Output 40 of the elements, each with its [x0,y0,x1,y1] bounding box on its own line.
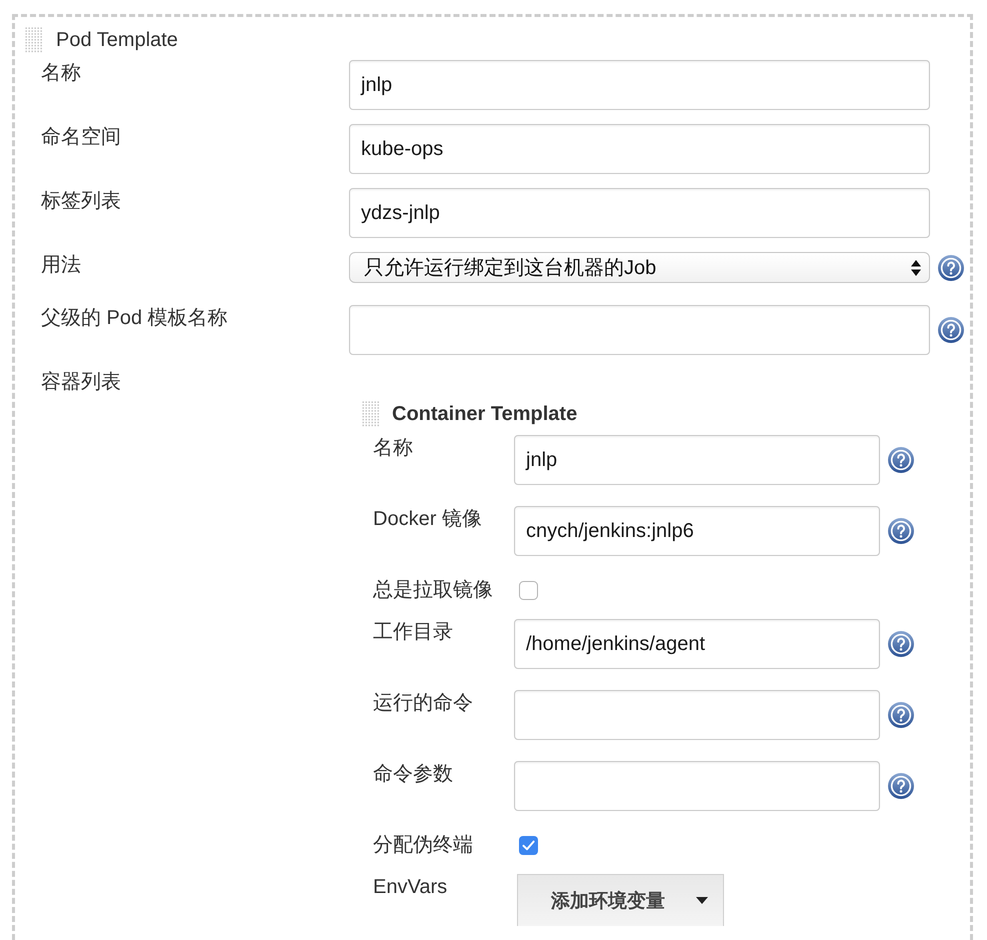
checkbox[interactable] [519,580,538,600]
checkbox[interactable] [519,836,538,854]
input-field[interactable]: jnlp [514,435,880,485]
section-title: Pod Template [56,28,178,53]
field-label: 父级的 Pod 模板名称 [41,307,228,329]
help-icon[interactable] [888,773,914,799]
field-label: Docker 镜像 [373,508,482,530]
help-icon[interactable] [938,254,964,280]
dropdown-button[interactable]: 添加环境变量 [517,874,724,926]
help-icon[interactable] [938,317,964,343]
field-label: 标签列表 [41,190,121,212]
field-label: EnvVars [373,876,448,898]
field-label: 命名空间 [41,126,121,148]
input-field[interactable] [514,690,880,740]
field-label: 运行的命令 [373,692,473,714]
field-label: 容器列表 [41,371,121,393]
section-title: Container Template [392,402,578,427]
input-field[interactable]: jnlp [349,60,930,110]
updown-arrows-icon [911,260,921,276]
input-field[interactable]: ydzs-jnlp [349,188,930,238]
caret-icon [696,897,708,904]
field-label: 命令参数 [373,763,453,785]
help-icon[interactable] [888,447,914,473]
field-label: 用法 [41,254,81,276]
drag-handle-icon[interactable] [25,27,43,53]
help-icon[interactable] [888,631,914,657]
input-field[interactable] [514,761,880,811]
field-label: 总是拉取镜像 [373,578,493,603]
help-icon[interactable] [888,518,914,544]
field-label: 分配伪终端 [373,833,473,858]
field-label: 名称 [373,437,413,459]
help-icon[interactable] [888,702,914,728]
input-field[interactable] [349,305,930,355]
drag-handle-icon[interactable] [362,401,380,427]
field-label: 工作目录 [373,621,453,643]
dropdown-select[interactable]: 只允许运行绑定到这台机器的Job [349,252,930,283]
input-field[interactable]: kube-ops [349,124,930,174]
input-field[interactable]: /home/jenkins/agent [514,619,880,669]
field-label: 名称 [41,62,81,84]
input-field[interactable]: cnych/jenkins:jnlp6 [514,506,880,556]
